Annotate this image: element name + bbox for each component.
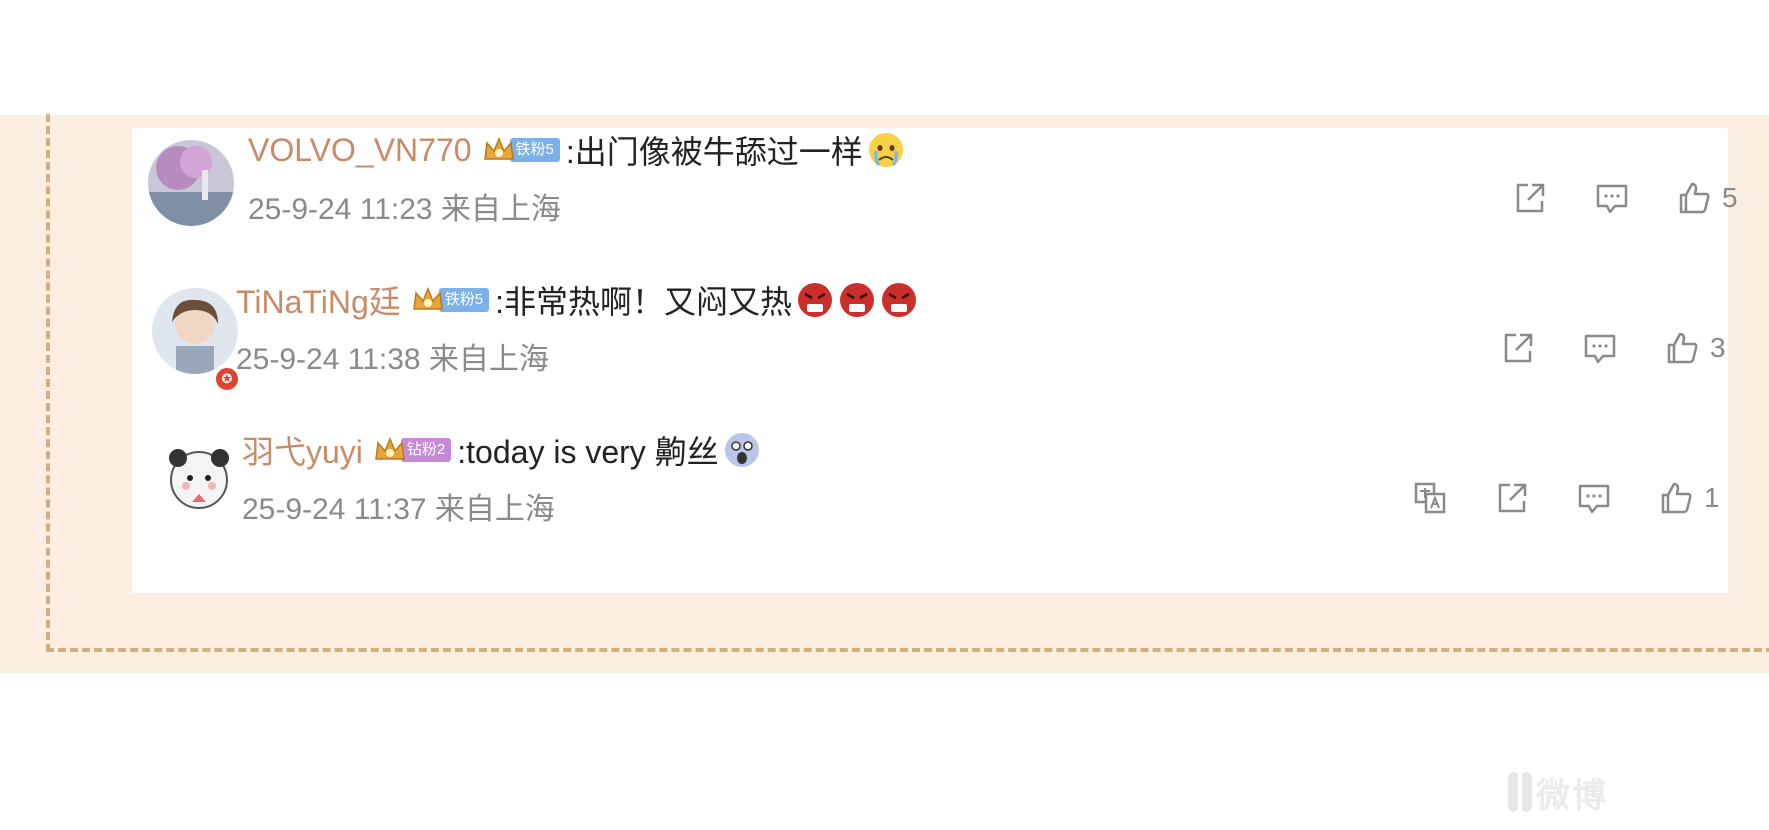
fan-badge[interactable]: 铁粉5 (482, 135, 560, 165)
share-icon (1504, 333, 1533, 363)
comment-header: VOLVO_VN770 铁粉5 :出门像被牛舔过一样 (248, 128, 905, 172)
comment-actions: 1 (1370, 476, 1726, 520)
like-button[interactable] (1660, 326, 1704, 370)
like-count: 1 (1704, 482, 1720, 513)
share-icon (1498, 483, 1527, 513)
comment-header: 羽弋yuyi 钻粉2 :today is very 齁丝 (242, 428, 761, 472)
comment-meta: 25-9-24 11:38 来自上海 (236, 343, 549, 376)
watermark: 微博 (1508, 770, 1608, 815)
comment-actions: 5 (1470, 176, 1744, 220)
crown-icon (373, 435, 407, 465)
username[interactable]: 羽弋yuyi (242, 427, 363, 473)
reply-button[interactable] (1578, 326, 1622, 370)
comment-item: VOLVO_VN770 铁粉5 :出门像被牛舔过一样 25-9-24 11:23… (132, 128, 1738, 278)
comment-icon (1596, 184, 1628, 214)
comment-item: ✪ TiNaTiNg廷 铁粉5 :非常热啊！又闷又热 25-9-24 11:38… (132, 278, 1728, 428)
translate-icon (1414, 482, 1446, 514)
like-count: 5 (1722, 182, 1738, 213)
comment-text: :today is very 齁丝 (457, 434, 719, 470)
shocked-emoji-icon (723, 431, 761, 469)
comment-text: :出门像被牛舔过一样 (565, 134, 863, 170)
avatar[interactable] (148, 140, 234, 226)
translate-button[interactable] (1408, 476, 1452, 520)
angry-emoji-icon (796, 281, 834, 319)
fan-badge-label: 铁粉5 (438, 288, 490, 312)
like-button[interactable] (1672, 176, 1716, 220)
username[interactable]: TiNaTiNg廷 (236, 277, 401, 323)
share-button[interactable] (1508, 176, 1552, 220)
fan-badge[interactable]: 钻粉2 (373, 435, 452, 465)
reply-button[interactable] (1590, 176, 1634, 220)
comment-meta: 25-9-24 11:37 来自上海 (242, 493, 555, 526)
share-button[interactable] (1490, 476, 1534, 520)
watermark-mark-icon (1508, 772, 1518, 812)
thumbs-up-icon (1661, 482, 1692, 514)
thumbs-up-icon (1679, 182, 1710, 214)
username[interactable]: VOLVO_VN770 (248, 132, 472, 169)
angry-emoji-icon (838, 281, 876, 319)
comment-header: TiNaTiNg廷 铁粉5 :非常热啊！又闷又热 (236, 278, 918, 322)
reply-button[interactable] (1572, 476, 1616, 520)
comment-item: 羽弋yuyi 钻粉2 :today is very 齁丝 25-9-24 11:… (132, 428, 1728, 578)
fan-badge-label: 钻粉2 (400, 438, 452, 462)
crown-icon (482, 135, 516, 165)
share-icon (1516, 183, 1545, 213)
comment-list: VOLVO_VN770 铁粉5 :出门像被牛舔过一样 25-9-24 11:23… (132, 128, 1738, 593)
comment-text: :非常热啊！又闷又热 (495, 284, 793, 320)
share-button[interactable] (1496, 326, 1540, 370)
crown-icon (411, 285, 445, 315)
avatar[interactable] (152, 288, 238, 374)
angry-emoji-icon (880, 281, 918, 319)
comment-meta: 25-9-24 11:23 来自上海 (248, 193, 561, 226)
fan-badge-label: 铁粉5 (509, 138, 560, 162)
fan-badge[interactable]: 铁粉5 (411, 285, 490, 315)
watermark-mark-icon (1522, 772, 1532, 812)
crying-emoji-icon (867, 131, 905, 169)
thumbs-up-icon (1667, 332, 1698, 364)
like-count: 3 (1710, 332, 1726, 363)
watermark-text: 微博 (1536, 776, 1608, 815)
comment-icon (1584, 334, 1616, 364)
comment-actions: 3 (1458, 326, 1732, 370)
avatar[interactable] (156, 438, 242, 524)
comment-icon (1578, 484, 1610, 514)
like-button[interactable] (1654, 476, 1698, 520)
